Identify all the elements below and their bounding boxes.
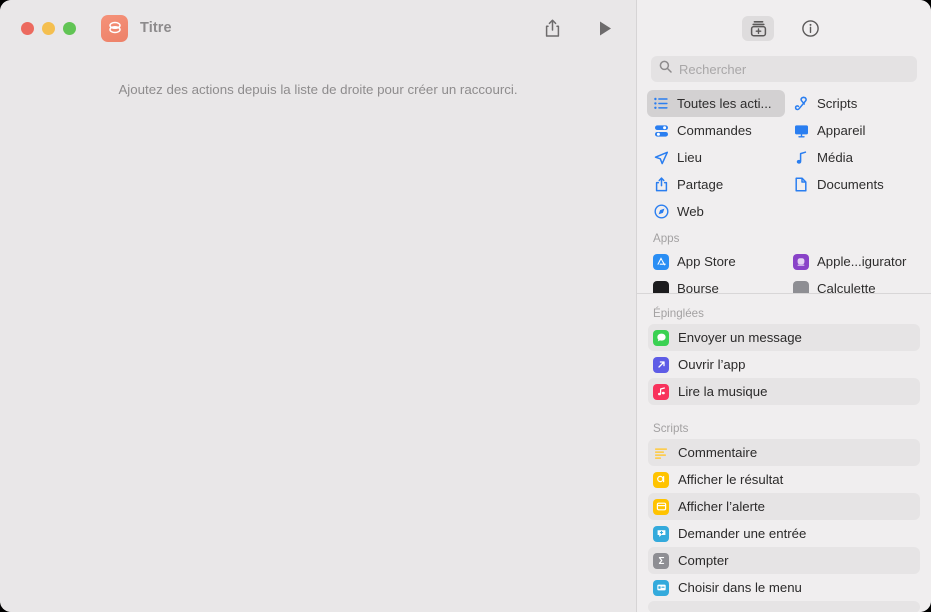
panel-divider [637,293,931,294]
minimize-button[interactable] [42,21,55,35]
document-icon [793,177,809,192]
share-icon[interactable] [539,15,565,41]
titlebar-actions [539,0,618,56]
info-icon[interactable] [794,16,826,41]
app-label: Apple...igurator [817,254,907,269]
category-label: Toutes les acti... [677,96,772,111]
titlebar: Titre [0,0,636,56]
apple-configurator-icon [793,253,809,270]
search-input[interactable] [679,61,909,77]
ask-input-icon [653,525,669,542]
category-partage[interactable]: Partage [647,171,785,198]
action-compter[interactable]: Compter [648,547,920,574]
app-item-bourse[interactable]: Bourse [647,275,785,294]
music-note-icon [793,150,809,165]
calculator-icon [793,280,809,294]
share-icon [653,177,669,192]
category-lieu[interactable]: Lieu [647,144,785,171]
action-demander-une-entree[interactable]: Demander une entrée [648,520,920,547]
action-choisir-dans-le-menu[interactable]: Choisir dans le menu [648,574,920,601]
category-appareil[interactable]: Appareil [787,117,921,144]
pinned-list: Envoyer un message Ouvrir l’app Lire la … [637,324,931,405]
shortcuts-icon [101,14,128,42]
stocks-icon [653,280,669,294]
empty-state-hint: Ajoutez des actions depuis la liste de d… [118,82,518,97]
action-label: Choisir dans le menu [678,580,802,595]
action-label: Lire la musique [678,384,768,399]
action-label: Afficher l’alerte [678,499,765,514]
search-field[interactable] [651,56,917,82]
action-afficher-le-resultat[interactable]: Afficher le résultat [648,466,920,493]
location-icon [653,151,669,165]
action-envoyer-un-message[interactable]: Envoyer un message [648,324,920,351]
actions-list: Épinglées Envoyer un message Ouvrir l’ap… [637,298,931,612]
category-grid: Toutes les acti... Scripts Commandes App… [637,90,931,225]
action-label: Afficher le résultat [678,472,784,487]
shortcuts-window: Titre Ajoutez des actions depuis la list… [0,0,931,612]
category-documents[interactable]: Documents [787,171,921,198]
comment-icon [653,445,669,461]
category-label: Commandes [677,123,752,138]
play-icon[interactable] [592,15,618,41]
apps-section-title: Apps [653,232,680,245]
pinned-section-title: Épinglées [653,307,704,320]
action-label: Commentaire [678,445,758,460]
action-afficher-lalerte[interactable]: Afficher l’alerte [648,493,920,520]
category-label: Média [817,150,853,165]
action-label: Compter [678,553,729,568]
controls-icon [653,124,669,138]
category-label: Web [677,204,704,219]
category-web[interactable]: Web [647,198,785,225]
category-section: Toutes les acti... Scripts Commandes App… [637,90,931,294]
display-icon [793,124,809,138]
script-icon [793,96,809,111]
count-icon [653,552,669,569]
app-item-apple-configurator[interactable]: Apple...igurator [787,248,921,275]
category-label: Documents [817,177,884,192]
editor-canvas: Titre Ajoutez des actions depuis la list… [0,0,636,612]
scripts-list: Commentaire Afficher le résultat Affiche… [637,439,931,612]
show-result-icon [653,471,669,488]
category-commandes[interactable]: Commandes [647,117,785,144]
action-commentaire[interactable]: Commentaire [648,439,920,466]
panel-toolbar [637,0,931,56]
category-label: Appareil [817,123,866,138]
action-ouvrir-lapp[interactable]: Ouvrir l’app [648,351,920,378]
action-lire-la-musique[interactable]: Lire la musique [648,378,920,405]
close-button[interactable] [21,21,34,35]
search-container [637,56,931,82]
category-scripts[interactable]: Scripts [787,90,921,117]
zoom-button[interactable] [63,21,76,35]
app-label: App Store [677,254,736,269]
compass-icon [653,204,669,219]
scripts-section-title: Scripts [653,422,689,435]
music-icon [653,383,669,400]
action-label: Ouvrir l’app [678,357,746,372]
category-label: Scripts [817,96,858,111]
app-item-calculette[interactable]: Calculette [787,275,921,294]
apps-grid: App Store Apple...igurator Bourse Calcul… [637,248,931,294]
app-store-icon [653,253,669,270]
choose-menu-icon [653,579,669,596]
category-label: Partage [677,177,724,192]
action-label: Demander une entrée [678,526,807,541]
action-library-panel: Toutes les acti... Scripts [636,0,931,612]
list-icon [653,97,669,110]
traffic-lights [21,21,76,35]
open-app-icon [653,356,669,373]
category-media[interactable]: Média [787,144,921,171]
messages-icon [653,329,669,346]
show-alert-icon [653,498,669,515]
action-library-icon[interactable] [742,15,774,41]
category-toutes-les-actions[interactable]: Toutes les acti... [647,90,785,117]
action-list-item-partial[interactable] [648,601,920,612]
app-item-app-store[interactable]: App Store [647,248,785,275]
page-title: Titre [140,20,172,36]
search-icon [659,60,672,78]
action-label: Envoyer un message [678,330,802,345]
category-label: Lieu [677,150,702,165]
